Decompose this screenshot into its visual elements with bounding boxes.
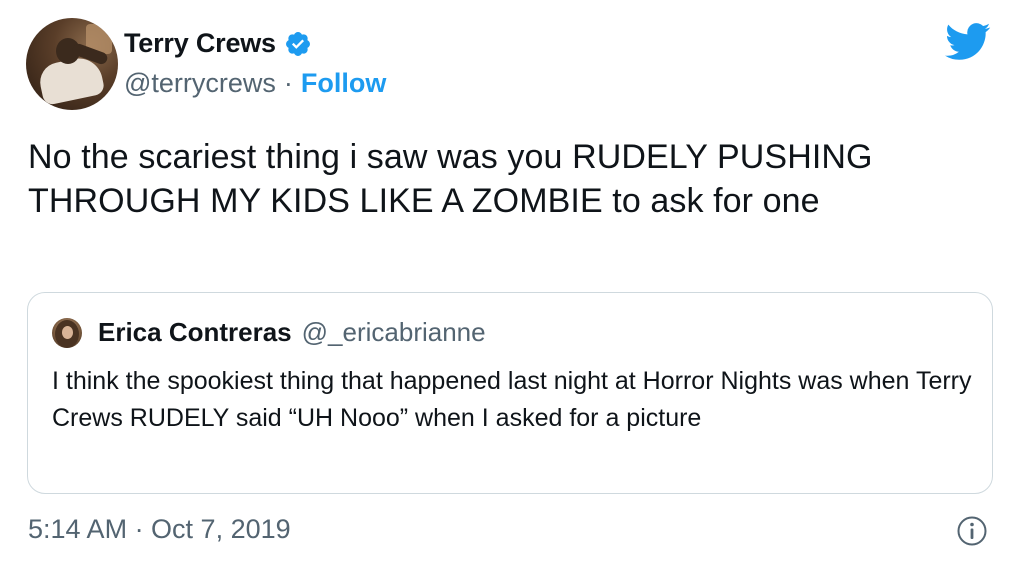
tweet-text: No the scariest thing i saw was you RUDE… bbox=[28, 138, 873, 220]
author-name-row: Terry Crews bbox=[124, 28, 312, 59]
author-handle[interactable]: @terrycrews bbox=[124, 68, 276, 99]
tweet-card: Terry Crews @terrycrews · Follow No the … bbox=[0, 0, 1024, 569]
quoted-avatar-face bbox=[62, 326, 73, 339]
quoted-tweet-text: I think the spookiest thing that happene… bbox=[52, 367, 972, 432]
quoted-header: Erica Contreras @_ericabrianne bbox=[98, 317, 486, 348]
quoted-tweet[interactable]: Erica Contreras @_ericabrianne I think t… bbox=[27, 292, 993, 494]
author-display-name[interactable]: Terry Crews bbox=[124, 28, 276, 59]
follow-button[interactable]: Follow bbox=[301, 68, 386, 99]
author-handle-row: @terrycrews · Follow bbox=[124, 68, 386, 99]
quoted-author-avatar[interactable] bbox=[52, 318, 82, 348]
verified-badge-icon bbox=[285, 31, 310, 56]
info-icon[interactable] bbox=[956, 515, 988, 547]
tweet-timestamp[interactable]: 5:14 AM · Oct 7, 2019 bbox=[28, 514, 291, 545]
separator-dot: · bbox=[283, 68, 293, 98]
quoted-handle[interactable]: @_ericabrianne bbox=[302, 317, 486, 348]
author-avatar[interactable] bbox=[26, 18, 118, 110]
twitter-bird-icon[interactable] bbox=[945, 22, 991, 62]
quoted-display-name[interactable]: Erica Contreras bbox=[98, 317, 292, 348]
